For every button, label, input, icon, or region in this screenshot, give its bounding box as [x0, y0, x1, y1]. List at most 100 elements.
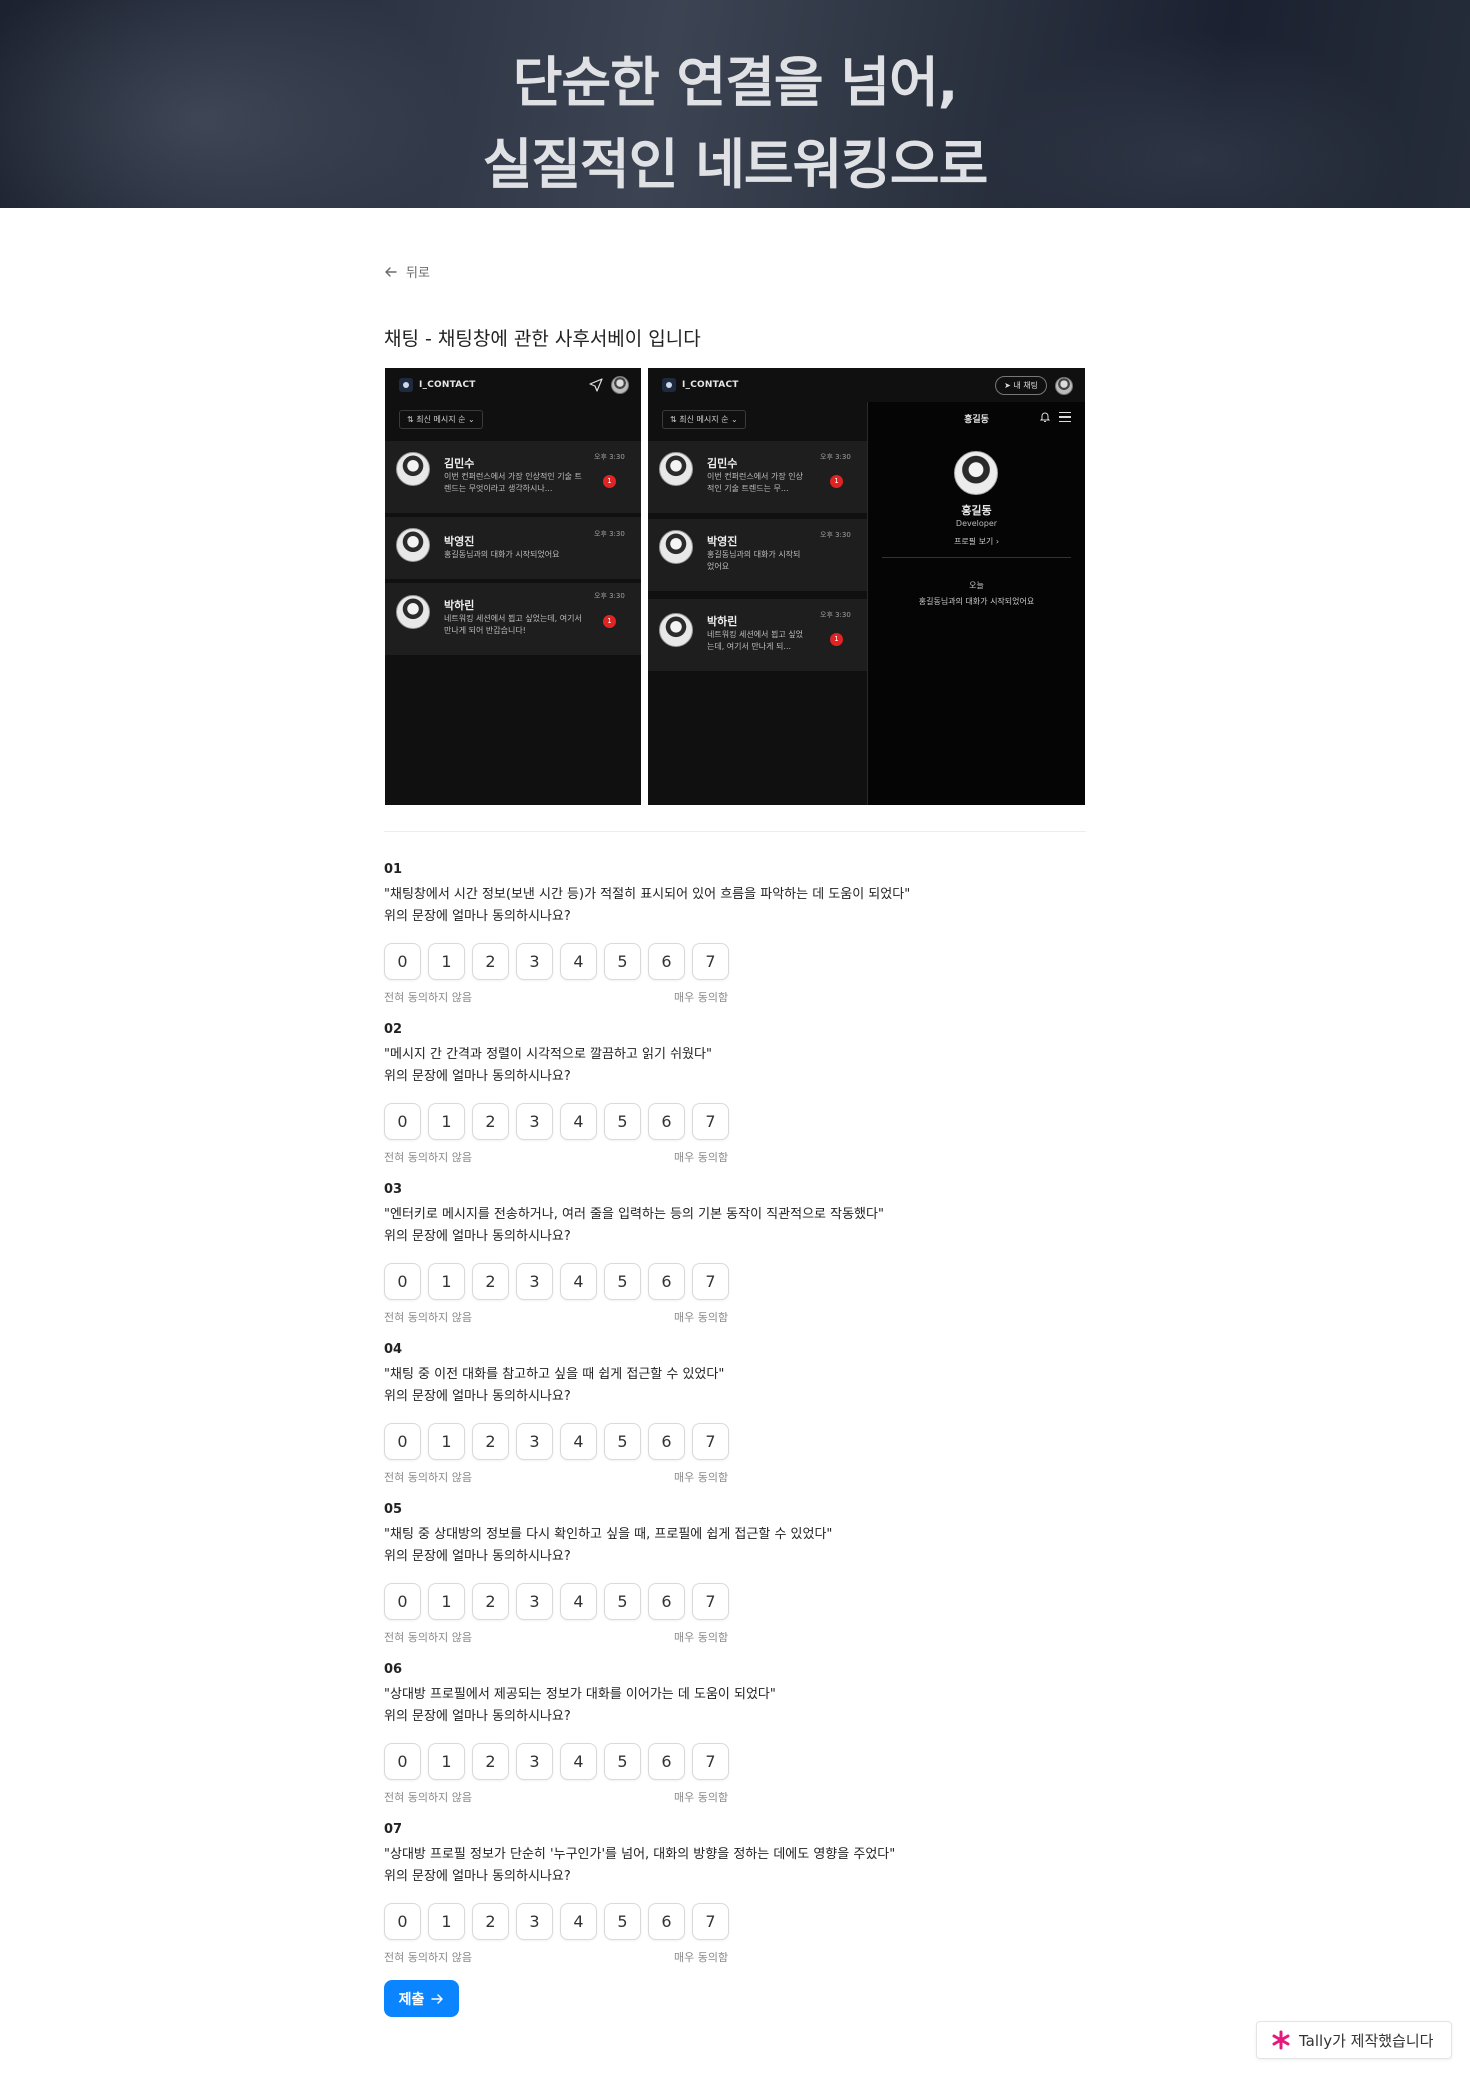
rating-option[interactable]: 7: [692, 1903, 729, 1940]
rating-option[interactable]: 5: [604, 1743, 641, 1780]
chat-name: 박하린: [707, 615, 738, 628]
rating-option[interactable]: 1: [428, 1903, 465, 1940]
rating-option[interactable]: 4: [560, 1583, 597, 1620]
scale-labels: 전혀 동의하지 않음 매우 동의함: [384, 1469, 1104, 1489]
rating-option[interactable]: 1: [428, 1743, 465, 1780]
rating-option[interactable]: 7: [692, 1583, 729, 1620]
rating-option[interactable]: 1: [428, 943, 465, 980]
bell-icon: [1039, 412, 1051, 422]
rating-option[interactable]: 0: [384, 1263, 421, 1300]
question-text: "엔터키로 메시지를 전송하거나, 여러 줄을 입력하는 등의 기본 동작이 직…: [384, 1207, 884, 1222]
rating-option[interactable]: 0: [384, 1903, 421, 1940]
rating-option[interactable]: 2: [472, 1583, 509, 1620]
rating-option[interactable]: 1: [428, 1103, 465, 1140]
submit-button[interactable]: 제출: [384, 1980, 459, 2017]
rating-option[interactable]: 3: [516, 943, 553, 980]
rating-option[interactable]: 4: [560, 1903, 597, 1940]
rating-option[interactable]: 2: [472, 1903, 509, 1940]
rating-option[interactable]: 3: [516, 1743, 553, 1780]
avatar: [659, 530, 693, 564]
question-number: 06: [384, 1662, 403, 1677]
rating-option[interactable]: 4: [560, 1103, 597, 1140]
rating-option[interactable]: 2: [472, 1103, 509, 1140]
rating-option[interactable]: 1: [428, 1423, 465, 1460]
scale-labels: 전혀 동의하지 않음 매우 동의함: [384, 1309, 1104, 1329]
chat-mockup-wide: I_CONTACT ➤ 내 채팅 ⇅ 최신 메시지 순 ⌄ 김민수 이번 컨퍼런…: [648, 368, 1085, 805]
chat-item: 박영진 홍길동님과의 대화가 시작되었어요 오후 3:30: [385, 517, 641, 579]
rating-scale: 01234567: [384, 1423, 1104, 1460]
hero-title-line-2: 실질적인 네트워킹으로: [482, 133, 989, 196]
form-title: 채팅 - 채팅창에 관한 사후서베이 입니다: [384, 328, 701, 350]
scale-labels: 전혀 동의하지 않음 매우 동의함: [384, 1789, 1104, 1809]
rating-scale: 01234567: [384, 1263, 1104, 1300]
question-number: 02: [384, 1022, 403, 1037]
scale-label-low: 전혀 동의하지 않음: [384, 991, 472, 1004]
rating-option[interactable]: 6: [648, 1743, 685, 1780]
question-block: 06 "상대방 프로필에서 제공되는 정보가 대화를 이어가는 데 도움이 되었다…: [384, 1662, 1104, 1809]
rating-option[interactable]: 5: [604, 1103, 641, 1140]
rating-option[interactable]: 7: [692, 1423, 729, 1460]
question-block: 04 "채팅 중 이전 대화를 참고하고 싶을 때 쉽게 접근할 수 있었다" 위의…: [384, 1342, 1104, 1489]
rating-option[interactable]: 7: [692, 1263, 729, 1300]
rating-option[interactable]: 7: [692, 1103, 729, 1140]
chat-preview: 홍길동님과의 대화가 시작되었어요: [707, 550, 801, 571]
rating-option[interactable]: 7: [692, 943, 729, 980]
rating-option[interactable]: 6: [648, 1903, 685, 1940]
rating-option[interactable]: 3: [516, 1423, 553, 1460]
rating-option[interactable]: 2: [472, 1743, 509, 1780]
rating-option[interactable]: 6: [648, 1583, 685, 1620]
back-link[interactable]: 뒤로: [384, 262, 430, 281]
rating-option[interactable]: 4: [560, 1743, 597, 1780]
rating-option[interactable]: 0: [384, 1423, 421, 1460]
rating-option[interactable]: 5: [604, 1903, 641, 1940]
rating-option[interactable]: 3: [516, 1903, 553, 1940]
rating-option[interactable]: 5: [604, 1263, 641, 1300]
app-name: I_CONTACT: [682, 380, 739, 390]
sort-dropdown: ⇅ 최신 메시지 순 ⌄: [399, 410, 483, 429]
chat-item: 김민수 이번 컨퍼런스에서 가장 인상적인 기술 트렌드는 무엇이라고 생각하시…: [385, 441, 641, 513]
rating-option[interactable]: 6: [648, 1103, 685, 1140]
my-avatar: [1055, 376, 1073, 395]
rating-option[interactable]: 6: [648, 943, 685, 980]
question-prompt: 위의 문장에 얼마나 동의하시나요?: [384, 909, 571, 924]
rating-option[interactable]: 7: [692, 1743, 729, 1780]
view-profile-link: 프로필 보기 ›: [953, 537, 1000, 546]
question-text: "상대방 프로필에서 제공되는 정보가 대화를 이어가는 데 도움이 되었다": [384, 1687, 776, 1702]
rating-option[interactable]: 2: [472, 943, 509, 980]
rating-option[interactable]: 1: [428, 1583, 465, 1620]
profile-pane: 홍길동 홍길동 Developer 프로필 보기 › 오늘 홍길동님과의 대화가…: [868, 402, 1085, 805]
tally-star-icon: [1272, 2030, 1290, 2050]
rating-option[interactable]: 5: [604, 1423, 641, 1460]
chat-time: 오후 3:30: [820, 611, 851, 619]
rating-option[interactable]: 3: [516, 1263, 553, 1300]
chat-time: 오후 3:30: [594, 530, 625, 538]
rating-option[interactable]: 0: [384, 1583, 421, 1620]
rating-option[interactable]: 2: [472, 1423, 509, 1460]
question-number: 04: [384, 1342, 403, 1357]
rating-option[interactable]: 6: [648, 1263, 685, 1300]
my-chat-label: 내 채팅: [1013, 381, 1038, 390]
rating-option[interactable]: 3: [516, 1103, 553, 1140]
rating-option[interactable]: 0: [384, 1743, 421, 1780]
rating-option[interactable]: 1: [428, 1263, 465, 1300]
rating-option[interactable]: 5: [604, 1583, 641, 1620]
profile-role: Developer: [955, 519, 998, 528]
tally-badge[interactable]: Tally가 제작했습니다: [1256, 2021, 1452, 2059]
rating-option[interactable]: 4: [560, 1263, 597, 1300]
submit-label: 제출: [398, 1991, 425, 2008]
rating-option[interactable]: 6: [648, 1423, 685, 1460]
rating-option[interactable]: 3: [516, 1583, 553, 1620]
rating-option[interactable]: 2: [472, 1263, 509, 1300]
rating-option[interactable]: 4: [560, 943, 597, 980]
chat-preview: 네트워킹 세션에서 뵙고 싶었는데, 여기서 만나게 되...: [707, 630, 803, 651]
hero-title-line-1: 단순한 연결을 넘어,: [512, 51, 959, 114]
rating-option[interactable]: 4: [560, 1423, 597, 1460]
divider: [882, 557, 1071, 558]
scale-label-high: 매우 동의함: [674, 1311, 729, 1324]
rating-option[interactable]: 0: [384, 1103, 421, 1140]
rating-option[interactable]: 5: [604, 943, 641, 980]
chat-preview: 네트워킹 세션에서 뵙고 싶었는데, 여기서 만나게 되어 반갑습니다!: [444, 614, 582, 635]
question-block: 01 "채팅창에서 시간 정보(보낸 시간 등)가 적절히 표시되어 있어 흐름을…: [384, 862, 1104, 1009]
chat-time: 오후 3:30: [820, 531, 851, 539]
rating-option[interactable]: 0: [384, 943, 421, 980]
